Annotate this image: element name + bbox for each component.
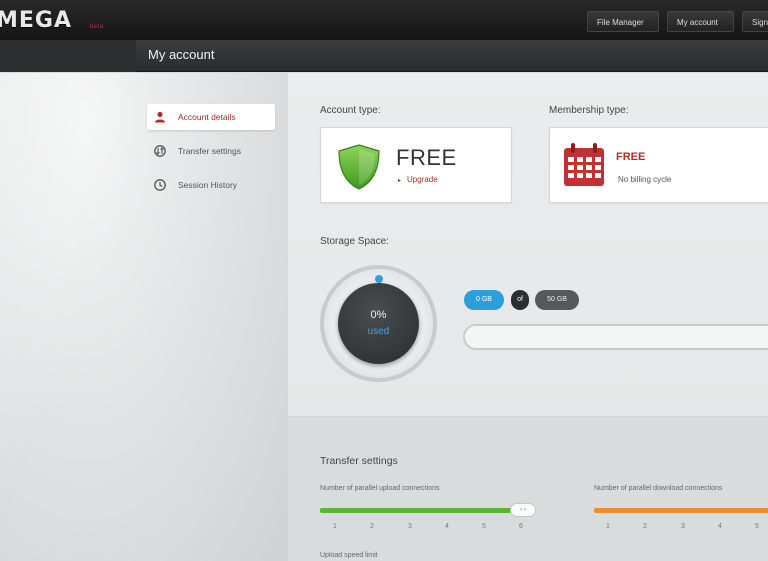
download-tick: 1 — [606, 523, 610, 530]
sidebar-item-session-history[interactable]: Session History — [147, 172, 275, 198]
download-connections-slider[interactable] — [594, 508, 768, 513]
storage-progress-bar — [463, 324, 768, 350]
download-tick: 3 — [681, 523, 685, 530]
upload-tick: 2 — [370, 523, 374, 530]
storage-progress-dot — [375, 275, 383, 283]
file-manager-button[interactable]: File Manager — [587, 11, 659, 32]
upload-tick: 4 — [445, 523, 449, 530]
storage-of-pill: of — [511, 290, 529, 310]
transfer-settings-title: Transfer settings — [320, 455, 398, 467]
membership-type-label: Membership type: — [549, 105, 629, 116]
upgrade-link[interactable]: ▸ Upgrade — [398, 175, 438, 184]
download-connections-label: Number of parallel download connections — [594, 485, 723, 492]
mega-logo[interactable]: MEGA — [0, 8, 72, 33]
account-type-label: Account type: — [320, 105, 381, 116]
sidebar-item-account-details[interactable]: Account details — [147, 104, 275, 130]
download-tick: 4 — [718, 523, 722, 530]
top-bar: MEGA beta File Manager My account Sign — [0, 0, 768, 40]
sidebar-item-label: Account details — [178, 112, 236, 122]
upload-slider-handle[interactable]: ‹ › — [510, 503, 536, 517]
sign-button[interactable]: Sign — [742, 11, 768, 32]
page-title: My account — [148, 47, 215, 62]
upload-tick: 6 — [519, 523, 523, 530]
sidebar-item-label: Transfer settings — [178, 146, 241, 156]
transfer-icon — [154, 145, 166, 157]
storage-total-pill: 50 GB — [535, 290, 579, 310]
storage-used-label: used — [367, 326, 390, 337]
user-icon — [155, 111, 165, 123]
storage-used-pill: 0 GB — [464, 290, 504, 310]
sidebar-item-transfer-settings[interactable]: Transfer settings — [147, 138, 275, 164]
sidebar-item-label: Session History — [178, 180, 238, 190]
storage-space-label: Storage Space: — [320, 236, 389, 247]
download-tick: 5 — [755, 523, 759, 530]
billing-cycle-text: No billing cycle — [618, 175, 672, 184]
upgrade-label: Upgrade — [407, 175, 438, 184]
my-account-button[interactable]: My account — [667, 11, 734, 32]
membership-type-value: FREE — [616, 151, 646, 163]
beta-tag: beta — [90, 24, 104, 30]
account-type-value: FREE — [396, 145, 457, 170]
upload-connections-slider[interactable] — [320, 508, 518, 513]
shield-icon — [338, 144, 380, 190]
storage-usage-center: 0% used — [338, 283, 419, 364]
storage-percent: 0% — [370, 309, 387, 321]
arrow-right-icon: ▸ — [398, 178, 402, 184]
sub-header-left — [0, 40, 136, 72]
upload-tick: 3 — [408, 523, 412, 530]
upload-connections-label: Number of parallel upload connections — [320, 485, 440, 492]
upload-speed-limit-label: Upload speed limit — [320, 552, 378, 559]
calendar-icon — [564, 143, 604, 186]
sub-header: My account — [0, 40, 768, 72]
clock-icon — [154, 179, 166, 191]
upload-tick: 5 — [482, 523, 486, 530]
download-tick: 2 — [643, 523, 647, 530]
upload-tick: 1 — [333, 523, 337, 530]
